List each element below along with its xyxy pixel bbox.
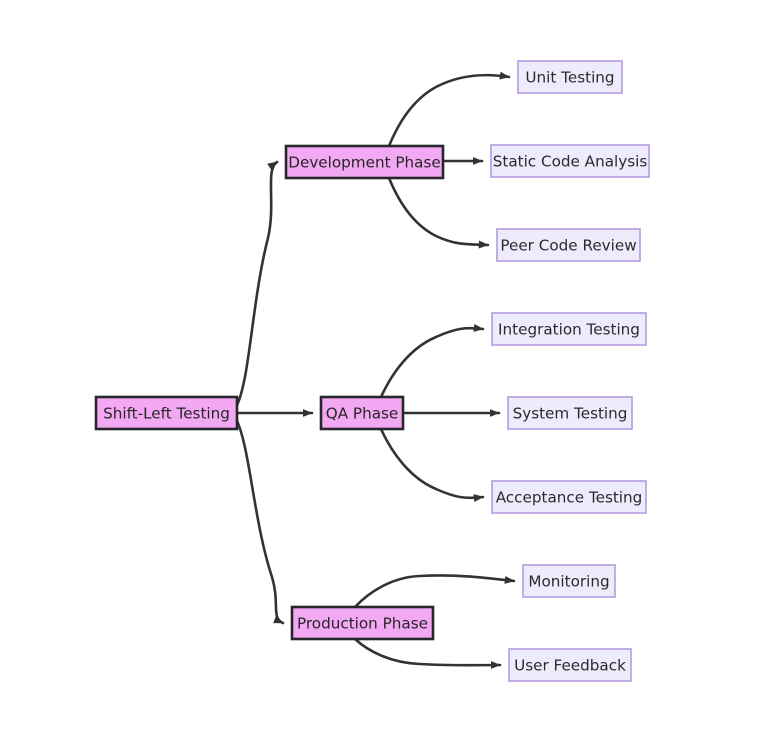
node-system-testing[interactable]: System Testing: [507, 396, 633, 430]
edge-root-to-production-phase: [235, 419, 285, 625]
node-unit-testing[interactable]: Unit Testing: [517, 60, 623, 94]
node-qa-phase-label: QA Phase: [326, 405, 399, 423]
node-peer-code-review-label: Peer Code Review: [500, 237, 636, 255]
edge-production-phase-to-user-feedback: [353, 637, 502, 670]
nodes-layer: Shift-Left Testing Development Phase QA …: [94, 60, 650, 682]
edge-development-phase-to-unit-testing: [387, 71, 511, 148]
node-integration-testing-label: Integration Testing: [498, 321, 640, 339]
flowchart-canvas: Shift-Left Testing Development Phase QA …: [0, 0, 776, 743]
node-static-code-analysis[interactable]: Static Code Analysis: [490, 144, 650, 178]
node-development-phase[interactable]: Development Phase: [284, 144, 445, 180]
node-peer-code-review[interactable]: Peer Code Review: [496, 228, 641, 262]
edge-root-to-development-phase: [235, 160, 279, 407]
node-monitoring[interactable]: Monitoring: [522, 564, 616, 598]
edge-production-phase-to-monitoring: [353, 574, 516, 609]
node-integration-testing[interactable]: Integration Testing: [491, 312, 647, 346]
node-system-testing-label: System Testing: [513, 405, 628, 423]
node-production-phase-label: Production Phase: [297, 615, 428, 633]
node-user-feedback-label: User Feedback: [514, 657, 626, 675]
node-qa-phase[interactable]: QA Phase: [319, 395, 405, 431]
node-production-phase[interactable]: Production Phase: [290, 605, 435, 641]
node-shift-left-testing[interactable]: Shift-Left Testing: [94, 395, 239, 431]
node-acceptance-testing-label: Acceptance Testing: [496, 489, 643, 507]
edge-development-phase-to-peer-code-review: [387, 176, 490, 249]
edge-qa-phase-to-acceptance-testing: [379, 427, 485, 503]
node-unit-testing-label: Unit Testing: [525, 69, 614, 87]
node-acceptance-testing[interactable]: Acceptance Testing: [491, 480, 647, 514]
node-monitoring-label: Monitoring: [528, 573, 609, 591]
flowchart-svg: Shift-Left Testing Development Phase QA …: [94, 60, 650, 682]
node-shift-left-testing-label: Shift-Left Testing: [103, 405, 230, 423]
node-static-code-analysis-label: Static Code Analysis: [493, 153, 648, 171]
edge-qa-phase-to-integration-testing: [379, 323, 485, 399]
node-user-feedback[interactable]: User Feedback: [508, 648, 632, 682]
node-development-phase-label: Development Phase: [288, 154, 440, 172]
